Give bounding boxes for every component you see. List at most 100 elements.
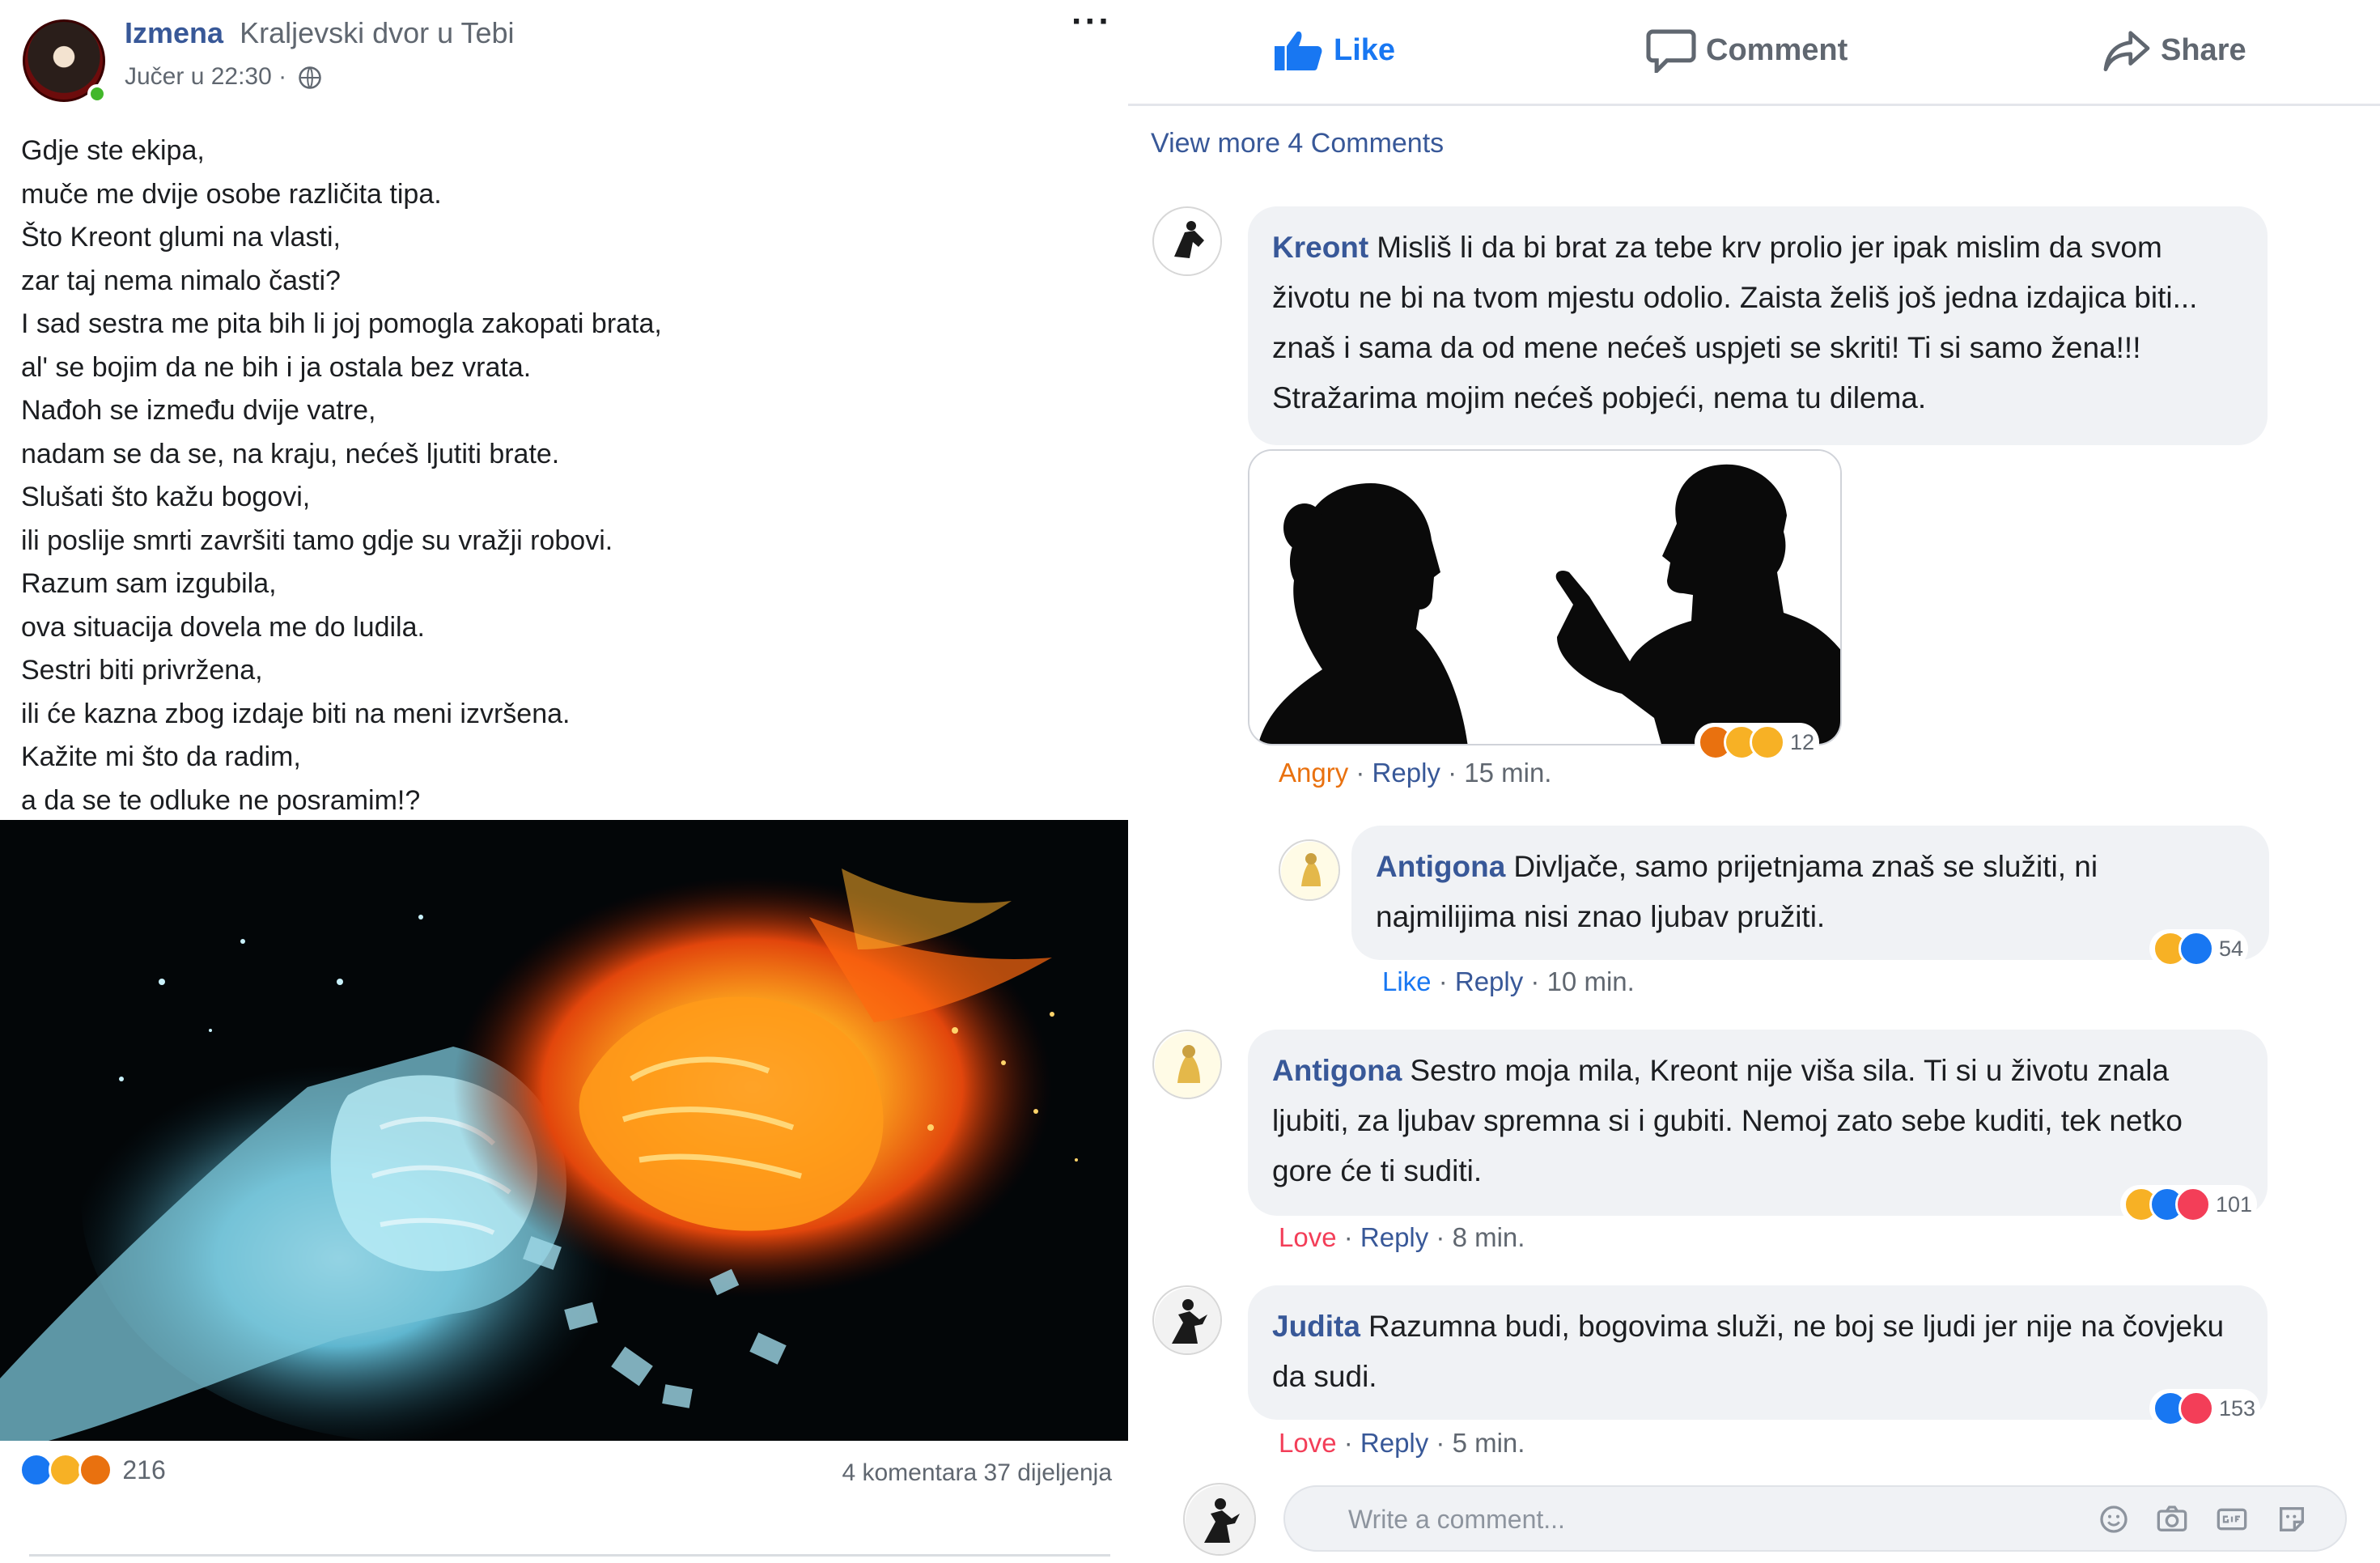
comment-actions: Love · Reply · 8 min.: [1279, 1222, 1525, 1252]
comment-time[interactable]: 10 min.: [1547, 966, 1635, 996]
post-reaction-count[interactable]: 216: [122, 1455, 165, 1484]
poem-line: nadam se da se, na kraju, nećeš ljutiti …: [21, 438, 560, 469]
more-options-button[interactable]: ···: [1071, 2, 1112, 42]
comment-author-link[interactable]: Judita: [1272, 1310, 1360, 1343]
reaction-link[interactable]: Like: [1382, 966, 1432, 996]
camera-icon[interactable]: [2154, 1503, 2190, 1535]
comment-time[interactable]: 8 min.: [1453, 1222, 1525, 1252]
comment-author-link[interactable]: Kreont: [1272, 231, 1368, 264]
reaction-link[interactable]: Love: [1279, 1222, 1337, 1252]
emoji-icon[interactable]: [2096, 1503, 2132, 1535]
comment-composer-input[interactable]: Write a comment...: [1283, 1485, 2347, 1552]
like-icon: [2178, 931, 2214, 966]
comment-share-counts[interactable]: 4 komentara 37 dijeljenja: [842, 1459, 1112, 1487]
poem-line: muče me dvije osobe različita tipa.: [21, 178, 442, 210]
comment-reactions[interactable]: 153: [2149, 1389, 2261, 1428]
globe-icon: [299, 66, 322, 89]
arguing-silhouettes-image: [1249, 451, 1840, 744]
figure-silhouette-icon: [1155, 209, 1220, 274]
poem-line: ova situacija dovela me do ludila.: [21, 611, 425, 643]
reply-link[interactable]: Reply: [1360, 1428, 1428, 1458]
poem-line: Slušati što kažu bogovi,: [21, 482, 311, 512]
comment-button[interactable]: Comment: [1646, 26, 1848, 74]
commenter-avatar[interactable]: [1279, 839, 1340, 901]
love-icon: [2175, 1187, 2211, 1222]
comment-bubble: Kreont Misliš li da bi brat za tebe krv p…: [1248, 206, 2268, 445]
like-button-label: Like: [1334, 32, 1396, 67]
fist-fire-ice-illustration: [0, 820, 1128, 1441]
poem-line: ili poslije smrti završiti tamo gdje su …: [21, 525, 613, 556]
commenter-avatar[interactable]: [1152, 1030, 1222, 1099]
post-image-fist-fire-ice[interactable]: [0, 820, 1128, 1441]
comment-reactions[interactable]: 101: [2120, 1185, 2258, 1224]
comment-actions: Like · Reply · 10 min.: [1382, 966, 1635, 996]
post-reactions-bar: 216 4 komentara 37 dijeljenja: [19, 1453, 1112, 1501]
reply-link[interactable]: Reply: [1372, 758, 1440, 788]
comment-time[interactable]: 5 min.: [1453, 1428, 1525, 1458]
post-title: Izmena Kraljevski dvor u Tebi: [125, 16, 515, 50]
commenter-avatar[interactable]: [1152, 206, 1222, 276]
comment-author-link[interactable]: Antigona: [1272, 1054, 1402, 1087]
current-user-avatar[interactable]: [1183, 1483, 1256, 1556]
poem-line: Sestri biti privržena,: [21, 655, 263, 686]
post-meta: Jučer u 22:30 ·: [125, 63, 322, 91]
gif-icon[interactable]: [2214, 1503, 2250, 1535]
thumbs-up-icon: [1275, 31, 1322, 70]
comment-bubble: Judita Razumna budi, bogovima služi, ne b…: [1248, 1285, 2268, 1420]
comment-reactions[interactable]: 54: [2149, 929, 2249, 968]
poem-line: Što Kreont glumi na vlasti,: [21, 222, 341, 253]
post-timestamp[interactable]: Jučer u 22:30 ·: [125, 63, 286, 90]
comment-reaction-count: 12: [1790, 729, 1815, 754]
comment-reaction-count: 153: [2219, 1395, 2256, 1421]
comment-bubble: Antigona Sestro moja mila, Kreont nije vi…: [1248, 1030, 2268, 1216]
comment-reaction-count: 54: [2219, 936, 2244, 961]
post-action-bar: Like Comment Share: [1128, 0, 2380, 106]
poem-line: a da se te odluke ne posramim!?: [21, 784, 421, 816]
post-card: Izmena Kraljevski dvor u Tebi Jučer u 22…: [0, 0, 1128, 1563]
share-button[interactable]: Share: [2102, 26, 2246, 74]
poem-line: Razum sam izgubila,: [21, 568, 277, 599]
figure-silhouette-icon: [1155, 1288, 1220, 1353]
figure-sketch-icon: [1281, 842, 1338, 899]
reaction-link[interactable]: Angry: [1279, 758, 1348, 788]
poem-line: I sad sestra me pita bih li joj pomogla …: [21, 308, 662, 339]
view-more-comments-link[interactable]: View more 4 Comments: [1151, 128, 1444, 159]
group-name[interactable]: Kraljevski dvor u Tebi: [240, 16, 515, 49]
share-button-label: Share: [2161, 32, 2246, 67]
online-status-dot: [87, 84, 107, 104]
love-icon: [2178, 1391, 2214, 1426]
reaction-link[interactable]: Love: [1279, 1428, 1337, 1458]
commenter-avatar[interactable]: [1152, 1285, 1222, 1355]
like-button[interactable]: Like: [1274, 26, 1395, 74]
comment-attached-image[interactable]: [1248, 449, 1842, 745]
angry-icon[interactable]: [78, 1453, 112, 1487]
comment-reaction-count: 101: [2216, 1191, 2253, 1217]
comment-author-link[interactable]: Antigona: [1376, 850, 1505, 883]
composer-placeholder: Write a comment...: [1348, 1505, 1565, 1534]
share-arrow-icon: [2103, 31, 2150, 71]
comment-text: Razumna budi, bogovima služi, ne boj se …: [1272, 1310, 2225, 1393]
poem-line: Gdje ste ekipa,: [21, 135, 205, 166]
poem-line: Kažite mi što da radim,: [21, 741, 301, 772]
poem-line: ili će kazna zbog izdaje biti na meni iz…: [21, 698, 571, 729]
comments-panel: Like Comment Share View more 4 Comments …: [1128, 0, 2380, 1563]
comment-reactions[interactable]: 12: [1695, 723, 1820, 762]
reply-link[interactable]: Reply: [1455, 966, 1523, 996]
comment-text: Sestro moja mila, Kreont nije viša sila.…: [1272, 1054, 2183, 1187]
comment-text: Misliš li da bi brat za tebe krv prolio …: [1272, 231, 2198, 414]
reply-link[interactable]: Reply: [1360, 1222, 1428, 1252]
comment-actions: Angry · Reply · 15 min.: [1279, 758, 1552, 788]
comment-bubble: Antigona Divljače, samo prijetnjama znaš …: [1351, 826, 2269, 960]
post-text: Gdje ste ekipa, muče me dvije osobe razl…: [21, 130, 1114, 822]
comment-time[interactable]: 15 min.: [1464, 758, 1551, 788]
figure-sketch-icon: [1155, 1032, 1220, 1098]
poem-line: zar taj nema nimalo časti?: [21, 265, 341, 296]
sticker-icon[interactable]: [2274, 1503, 2310, 1535]
post-header: Izmena Kraljevski dvor u Tebi Jučer u 22…: [19, 2, 1120, 105]
poem-line: al' se bojim da ne bih i ja ostala bez v…: [21, 351, 532, 383]
comment-actions: Love · Reply · 5 min.: [1279, 1428, 1525, 1458]
comment-bubble-icon: [1646, 29, 1696, 73]
divider: [29, 1554, 1110, 1557]
figure-silhouette-icon: [1186, 1485, 1254, 1554]
page-name-link[interactable]: Izmena: [125, 16, 223, 49]
